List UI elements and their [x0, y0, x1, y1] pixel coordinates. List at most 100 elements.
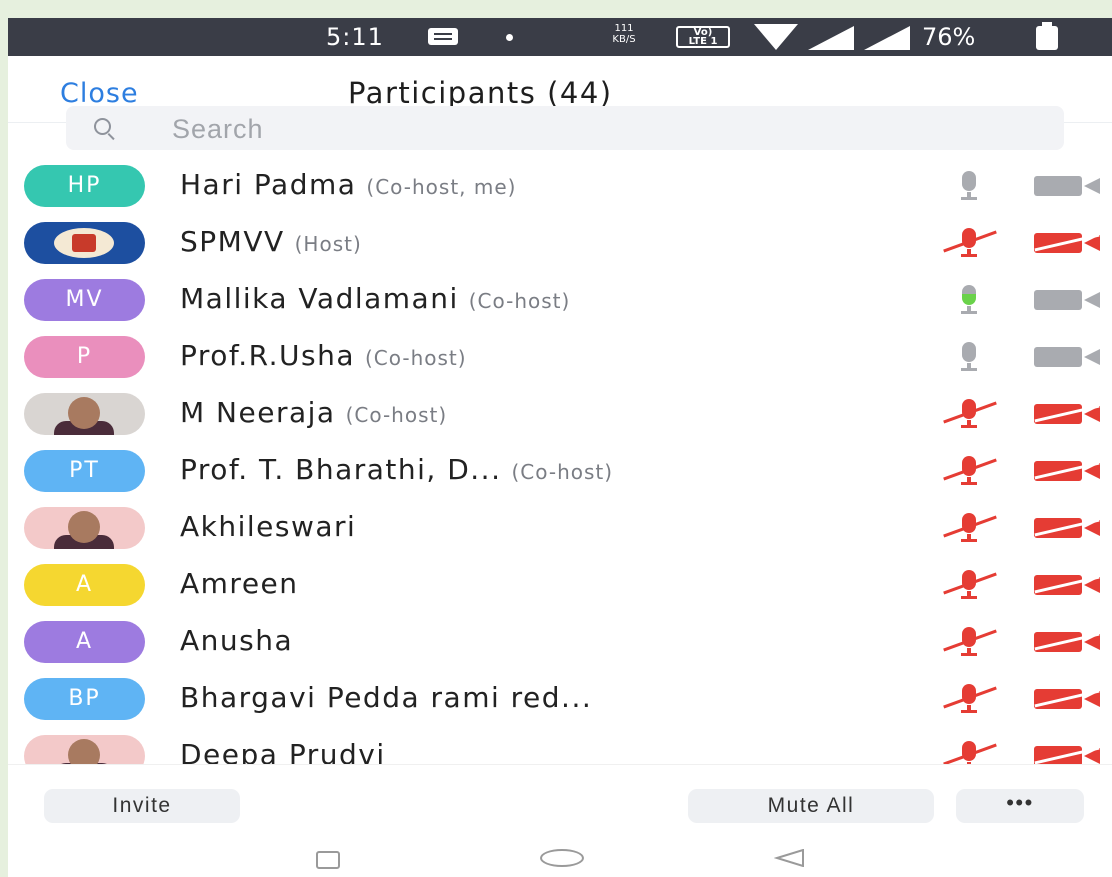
mic-muted-icon[interactable] [943, 399, 997, 429]
participant-name: Mallika Vadlamani (Co-host) [180, 282, 570, 315]
battery-percent: 76% [922, 23, 976, 51]
back-triangle-icon[interactable] [774, 849, 806, 867]
volte-bottom-label: LTE 1 [688, 36, 718, 47]
avatar [24, 735, 145, 764]
participant-row[interactable]: SPMVV (Host) [8, 215, 1112, 272]
volte-icon: Vo) LTE 1 [676, 26, 730, 48]
video-off-icon[interactable] [1034, 746, 1100, 764]
battery-icon [1036, 22, 1058, 50]
participant-name: Bhargavi Pedda rami red... [180, 681, 592, 714]
mute-all-button[interactable]: Mute All [688, 789, 934, 823]
participant-name: Akhileswari [180, 510, 356, 543]
dot-icon [506, 34, 513, 41]
more-options-button[interactable]: ••• [956, 789, 1084, 823]
participant-row[interactable]: M Neeraja (Co-host) [8, 386, 1112, 443]
avatar: MV [24, 279, 145, 321]
participant-row[interactable]: PT Prof. T. Bharathi, D... (Co-host) [8, 443, 1112, 500]
message-icon [428, 28, 458, 45]
participant-row[interactable]: A Anusha [8, 614, 1112, 671]
avatar: A [24, 564, 145, 606]
participant-name: Prof. T. Bharathi, D... (Co-host) [180, 453, 613, 486]
participant-name-text: Anusha [180, 624, 294, 657]
participant-name-text: Deepa Prudvi [180, 738, 386, 764]
microphone-icon[interactable] [958, 171, 980, 201]
mic-muted-icon[interactable] [943, 513, 997, 543]
participant-row[interactable]: A Amreen [8, 557, 1112, 614]
video-off-icon[interactable] [1034, 461, 1100, 481]
mic-muted-icon[interactable] [943, 627, 997, 657]
participant-name: Prof.R.Usha (Co-host) [180, 339, 467, 372]
phone-screen: 5:11 111 KB/S Vo) LTE 1 76% Close Partic… [8, 18, 1112, 877]
signal-icon [864, 26, 910, 50]
microphone-icon[interactable] [958, 285, 980, 315]
participant-name: Deepa Prudvi [180, 738, 386, 764]
network-speed-value: 111 [614, 23, 634, 34]
avatar: BP [24, 678, 145, 720]
video-camera-icon[interactable] [1034, 290, 1100, 310]
home-circle-icon[interactable] [540, 849, 584, 867]
video-off-icon[interactable] [1034, 233, 1100, 253]
video-off-icon[interactable] [1034, 518, 1100, 538]
avatar: P [24, 336, 145, 378]
invite-button[interactable]: Invite [44, 789, 240, 823]
participant-role: (Co-host) [468, 289, 571, 313]
participant-role: (Co-host, me) [366, 175, 517, 199]
participant-name: Amreen [180, 567, 299, 600]
mic-muted-icon[interactable] [943, 741, 997, 764]
page-title: Participants (44) [348, 76, 613, 110]
participant-name-text: Mallika Vadlamani [180, 282, 459, 315]
search-input[interactable] [170, 110, 1034, 148]
participant-name-text: Akhileswari [180, 510, 357, 543]
video-camera-icon[interactable] [1034, 176, 1100, 196]
participant-row[interactable]: MV Mallika Vadlamani (Co-host) [8, 272, 1112, 329]
status-time: 5:11 [326, 23, 384, 51]
wifi-icon [754, 24, 798, 50]
video-off-icon[interactable] [1034, 632, 1100, 652]
participant-row[interactable]: Akhileswari [8, 500, 1112, 557]
avatar [24, 222, 145, 264]
participant-row[interactable]: BP Bhargavi Pedda rami red... [8, 671, 1112, 728]
participant-role: (Host) [294, 232, 362, 256]
participant-row[interactable]: Deepa Prudvi [8, 728, 1112, 764]
signal-icon [808, 26, 854, 50]
mic-muted-icon[interactable] [943, 228, 997, 258]
participant-name-text: M Neeraja [180, 396, 336, 429]
avatar: A [24, 621, 145, 663]
participant-role: (Co-host) [511, 460, 614, 484]
network-speed-unit: KB/S [612, 34, 636, 45]
avatar [24, 507, 145, 549]
close-button[interactable]: Close [60, 78, 139, 109]
mic-muted-icon[interactable] [943, 456, 997, 486]
participant-name-text: Amreen [180, 567, 299, 600]
status-bar: 5:11 111 KB/S Vo) LTE 1 76% [8, 18, 1112, 56]
participant-list[interactable]: HP Hari Padma (Co-host, me) SPMVV (Host) MV Ma… [8, 158, 1112, 764]
video-off-icon[interactable] [1034, 689, 1100, 709]
participant-name-text: Bhargavi Pedda rami red... [180, 681, 593, 714]
video-camera-icon[interactable] [1034, 347, 1100, 367]
mic-muted-icon[interactable] [943, 684, 997, 714]
participant-name-text: SPMVV [180, 225, 285, 258]
participant-name-text: Prof. T. Bharathi, D... [180, 453, 502, 486]
participant-name-text: Prof.R.Usha [180, 339, 355, 372]
video-off-icon[interactable] [1034, 404, 1100, 424]
participant-name: SPMVV (Host) [180, 225, 362, 258]
participant-role: (Co-host) [364, 346, 467, 370]
recents-square-icon[interactable] [316, 851, 340, 869]
participant-name: M Neeraja (Co-host) [180, 396, 447, 429]
participant-row[interactable]: HP Hari Padma (Co-host, me) [8, 158, 1112, 215]
video-off-icon[interactable] [1034, 575, 1100, 595]
search-bar[interactable] [66, 106, 1064, 150]
network-speed: 111 KB/S [604, 23, 644, 45]
avatar: PT [24, 450, 145, 492]
search-icon [94, 118, 111, 135]
avatar [24, 393, 145, 435]
participant-name: Anusha [180, 624, 293, 657]
participant-row[interactable]: P Prof.R.Usha (Co-host) [8, 329, 1112, 386]
mic-muted-icon[interactable] [943, 570, 997, 600]
avatar: HP [24, 165, 145, 207]
participant-role: (Co-host) [345, 403, 448, 427]
participant-name: Hari Padma (Co-host, me) [180, 168, 516, 201]
microphone-icon[interactable] [958, 342, 980, 372]
participant-name-text: Hari Padma [180, 168, 357, 201]
footer: Invite Mute All ••• [8, 764, 1112, 877]
